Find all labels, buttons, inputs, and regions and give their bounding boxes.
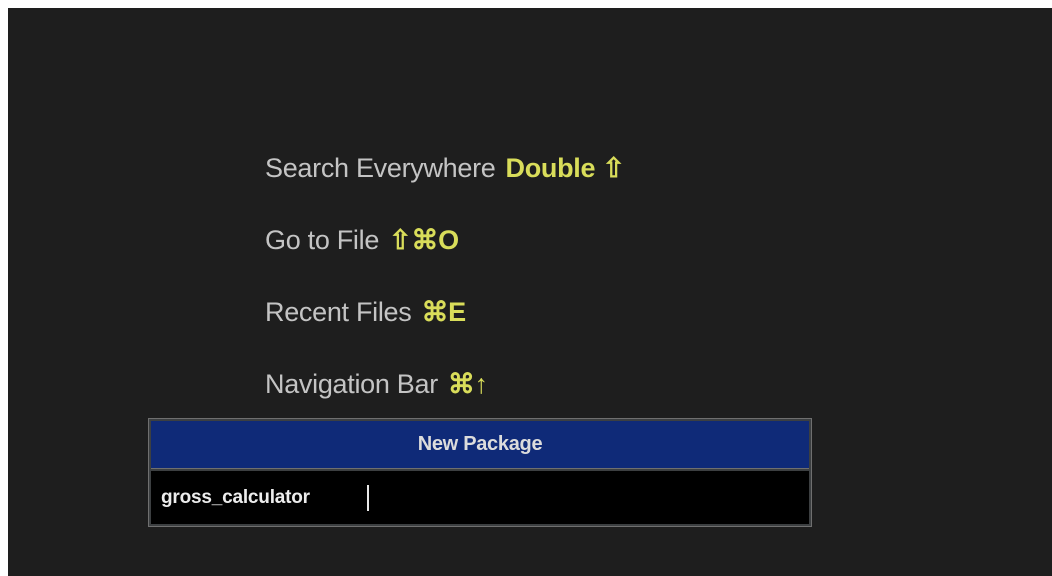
- hint-recent-files: Recent Files ⌘E: [265, 292, 625, 364]
- new-package-dialog: New Package: [148, 418, 812, 527]
- hint-shortcut: ⌘↑: [447, 369, 488, 399]
- text-caret: [367, 485, 369, 511]
- hint-shortcut: Double ⇧: [505, 153, 626, 183]
- dialog-title: New Package: [151, 421, 809, 469]
- hint-shortcut: ⇧⌘O: [389, 225, 459, 255]
- package-name-input[interactable]: [151, 471, 809, 524]
- hint-shortcut: ⌘E: [421, 297, 466, 327]
- hint-search-everywhere: Search Everywhere Double ⇧: [265, 148, 625, 220]
- hint-label: Search Everywhere: [265, 153, 496, 183]
- hint-label: Navigation Bar: [265, 369, 438, 399]
- hint-label: Go to File: [265, 225, 380, 255]
- hint-go-to-file: Go to File ⇧⌘O: [265, 220, 625, 292]
- shortcut-hints: Search Everywhere Double ⇧ Go to File ⇧⌘O …: [265, 148, 625, 436]
- editor-empty-area: Search Everywhere Double ⇧ Go to File ⇧⌘O …: [8, 8, 1052, 576]
- hint-label: Recent Files: [265, 297, 412, 327]
